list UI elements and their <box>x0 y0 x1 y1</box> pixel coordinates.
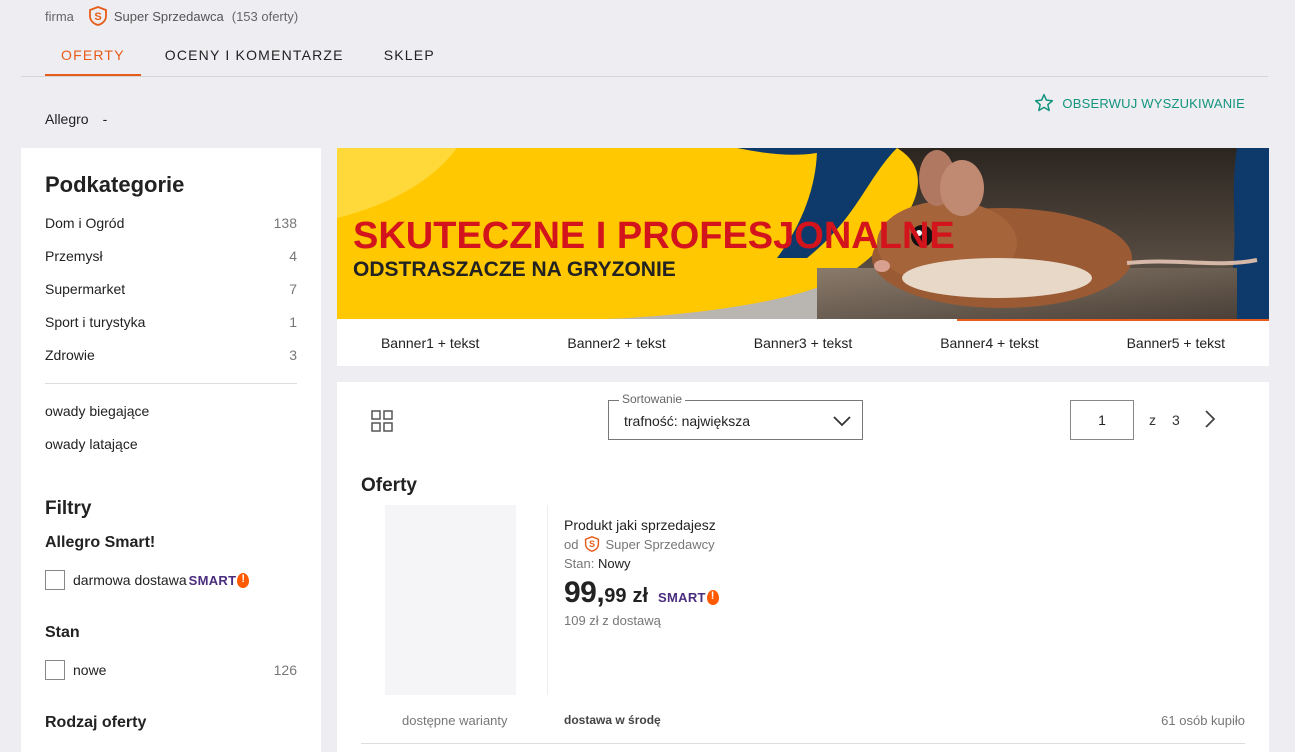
filter-group-condition: Stan <box>45 624 80 641</box>
super-seller-badge-icon: S <box>585 536 600 552</box>
divider <box>45 383 297 384</box>
breadcrumb-separator: - <box>102 111 108 127</box>
category-item[interactable]: Supermarket 7 <box>45 272 297 305</box>
free-delivery-label: darmowa dostawa <box>73 572 187 588</box>
condition-value: Nowy <box>597 556 631 571</box>
promo-banner: SKUTECZNE I PROFESJONALNE ODSTRASZACZE N… <box>337 148 1269 366</box>
offers-title: Oferty <box>361 475 417 496</box>
product-price: 99, 99 zł SMART! <box>564 576 719 610</box>
chevron-right-icon[interactable] <box>1201 409 1219 429</box>
sidebar: Podkategorie Dom i Ogród 138 Przemysł 4 Su… <box>21 148 321 752</box>
subcategories-title: Podkategorie <box>45 172 185 197</box>
breadcrumb-root[interactable]: Allegro <box>45 111 89 127</box>
sort-select[interactable]: Sortowanie trafność: największa <box>608 392 863 440</box>
page-total: 3 <box>1172 412 1180 428</box>
star-icon <box>1035 93 1054 112</box>
bought-count: 61 osób kupiło <box>1161 713 1245 728</box>
page-of-label: z <box>1149 412 1156 428</box>
tag-link[interactable]: owady biegające <box>45 394 297 427</box>
chevron-down-icon <box>833 416 851 427</box>
category-label: Zdrowie <box>45 346 95 363</box>
new-count: 126 <box>273 662 297 678</box>
filter-group-smart: Allegro Smart! <box>45 534 156 551</box>
price-decimal: 99 <box>604 585 627 607</box>
tab-offers[interactable]: OFERTY <box>45 36 141 76</box>
smart-logo: SMART! <box>188 572 250 588</box>
seller-tabs: OFERTY OCENY I KOMENTARZE SKLEP <box>21 36 1268 77</box>
category-label: Dom i Ogród <box>45 214 125 231</box>
category-label: Supermarket <box>45 280 126 297</box>
category-item[interactable]: Zdrowie 3 <box>45 338 297 371</box>
category-count: 7 <box>289 280 297 297</box>
sort-legend: Sortowanie <box>619 392 686 406</box>
from-label: od <box>564 536 579 552</box>
variants-link[interactable]: dostępne warianty <box>402 713 508 728</box>
breadcrumb: Allegro - <box>45 111 107 127</box>
banner-link-2[interactable]: Banner2 + tekst <box>523 335 709 351</box>
banner-image[interactable]: SKUTECZNE I PROFESJONALNE ODSTRASZACZE N… <box>337 148 1269 319</box>
sort-value: trafność: największa <box>624 413 751 429</box>
observe-search-label: OBSERWUJ WYSZUKIWANIE <box>1062 95 1245 111</box>
category-item[interactable]: Dom i Ogród 138 <box>45 206 297 239</box>
smart-logo: SMART! <box>658 590 719 605</box>
smart-word: SMART <box>658 590 706 605</box>
tag-link[interactable]: owady latające <box>45 427 297 460</box>
price-integer: 99, <box>564 576 605 609</box>
new-checkbox[interactable] <box>45 660 65 680</box>
banner-link-5[interactable]: Banner5 + tekst <box>1083 335 1269 351</box>
price-currency: zł <box>632 585 649 607</box>
svg-text:S: S <box>94 11 101 23</box>
banner-link-4[interactable]: Banner4 + tekst <box>896 335 1082 351</box>
banner-progress <box>957 319 1269 321</box>
firm-label: firma <box>45 8 74 24</box>
free-delivery-checkbox[interactable] <box>45 570 65 590</box>
seller-name: Super Sprzedawcy <box>605 536 715 552</box>
page-number-input[interactable] <box>1070 400 1134 440</box>
condition-label: Stan: <box>564 556 595 571</box>
svg-text:S: S <box>590 539 596 549</box>
tab-shop[interactable]: SKLEP <box>368 36 451 76</box>
product-condition: Stan: Nowy <box>564 556 631 571</box>
banner-subline: ODSTRASZACZE NA GRYZONIE <box>353 258 676 281</box>
product-name[interactable]: Produkt jaki sprzedajesz <box>564 517 716 533</box>
category-count: 4 <box>289 247 297 264</box>
observe-search-button[interactable]: OBSERWUJ WYSZUKIWANIE <box>1034 93 1245 113</box>
product-seller: od S Super Sprzedawcy <box>564 536 715 552</box>
category-label: Sport i turystyka <box>45 313 146 330</box>
category-label: Przemysł <box>45 247 103 264</box>
filter-new[interactable]: nowe 126 <box>45 660 297 680</box>
smart-exclamation-icon: ! <box>237 572 250 588</box>
banner-link-3[interactable]: Banner3 + tekst <box>710 335 896 351</box>
new-label: nowe <box>73 662 107 678</box>
divider <box>361 743 1245 744</box>
grid-view-icon[interactable] <box>371 410 393 432</box>
category-count: 3 <box>289 346 297 363</box>
offers-count: (153 oferty) <box>231 8 299 24</box>
super-seller-badge-icon: S <box>88 6 107 26</box>
delivery-date: dostawa w środę <box>564 713 661 727</box>
banner-headline: SKUTECZNE I PROFESJONALNE <box>353 215 955 257</box>
banner-links: Banner1 + tekst Banner2 + tekst Banner3 … <box>337 319 1269 366</box>
category-item[interactable]: Przemysł 4 <box>45 239 297 272</box>
seller-label[interactable]: Super Sprzedawca <box>114 9 224 24</box>
tab-ratings[interactable]: OCENY I KOMENTARZE <box>149 36 360 76</box>
category-count: 138 <box>273 214 297 231</box>
offers-panel: Sortowanie trafność: największa z 3 Ofer… <box>337 382 1269 752</box>
category-item[interactable]: Sport i turystyka 1 <box>45 305 297 338</box>
banner-link-1[interactable]: Banner1 + tekst <box>337 335 523 351</box>
banner-artwork: SKUTECZNE I PROFESJONALNE ODSTRASZACZE N… <box>337 148 1269 319</box>
product-image[interactable] <box>385 505 516 695</box>
price-with-delivery: 109 zł z dostawą <box>564 613 661 628</box>
smart-word: SMART <box>188 572 237 588</box>
filter-free-delivery[interactable]: darmowa dostawa SMART! <box>45 570 297 590</box>
smart-exclamation-icon: ! <box>706 590 719 605</box>
divider <box>547 505 548 695</box>
seller-info: firma S Super Sprzedawca (153 oferty) <box>45 6 298 26</box>
filters-title: Filtry <box>45 498 92 519</box>
filter-group-offer-type: Rodzaj oferty <box>45 714 147 731</box>
category-count: 1 <box>289 313 297 330</box>
